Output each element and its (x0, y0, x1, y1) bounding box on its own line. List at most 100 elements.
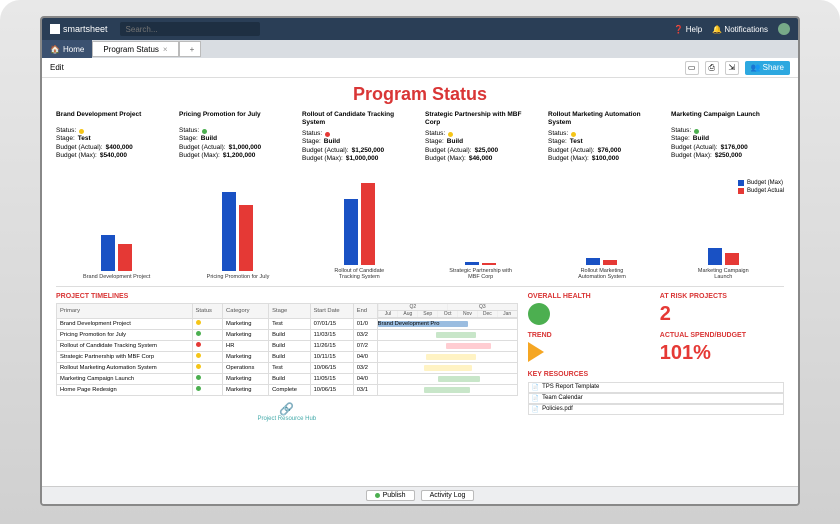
bar-actual (239, 205, 253, 270)
card-title: Brand Development Project (56, 111, 169, 125)
cell-stage: Build (269, 351, 310, 362)
card-stage: Stage: Build (425, 138, 538, 146)
tab-program-status[interactable]: Program Status × (92, 41, 178, 57)
gantt-bar[interactable]: Brand Development Pro (378, 321, 468, 327)
toolbar: Edit ▭ ⎙ ⇲ 👥 Share (42, 58, 798, 78)
overall-health: OVERALL HEALTH (528, 293, 652, 326)
share-button[interactable]: 👥 Share (745, 61, 790, 75)
edit-button[interactable]: Edit (50, 63, 64, 72)
bar-actual (603, 260, 617, 265)
card-stage: Stage: Test (56, 135, 169, 143)
resource-item[interactable]: 📄 TPS Report Template (528, 382, 784, 393)
bar-max (222, 192, 236, 270)
gantt-bar[interactable] (436, 332, 476, 338)
col-stage[interactable]: Stage (269, 303, 310, 318)
print-icon[interactable]: ⎙ (705, 61, 719, 75)
bar-max (101, 235, 115, 270)
help-link[interactable]: ❓ Help (674, 25, 703, 34)
notifications-link[interactable]: 🔔 Notifications (712, 25, 768, 34)
card-budget-actual: Budget (Actual): $400,000 (56, 144, 169, 152)
present-icon[interactable]: ▭ (685, 61, 699, 75)
chart-category-label: Pricing Promotion for July (207, 274, 270, 280)
cell-stage: Test (269, 362, 310, 373)
project-card: Strategic Partnership with MBF Corp Stat… (425, 111, 538, 164)
tab-bar: 🏠 Home Program Status × + (42, 40, 798, 58)
gantt-bar[interactable] (424, 387, 470, 393)
cell-end: 03/2 (353, 362, 377, 373)
divider (56, 286, 784, 287)
card-title: Pricing Promotion for July (179, 111, 292, 125)
activity-log-button[interactable]: Activity Log (421, 490, 475, 501)
export-icon[interactable]: ⇲ (725, 61, 739, 75)
file-icon: 📄 (532, 384, 539, 391)
bar-actual (482, 263, 496, 265)
app-logo[interactable]: smartsheet (50, 24, 108, 34)
table-row[interactable]: Marketing Campaign Launch Marketing Buil… (57, 373, 518, 384)
card-stage: Stage: Build (671, 135, 784, 143)
card-budget-max: Budget (Max): $1,200,000 (179, 152, 292, 160)
home-tab[interactable]: 🏠 Home (42, 40, 92, 58)
status-dot-icon (196, 375, 201, 380)
search-input[interactable] (120, 22, 260, 36)
bar-actual (118, 244, 132, 270)
cell-start: 11/03/15 (310, 329, 353, 340)
resource-hub[interactable]: 🔗Project Resource Hub (56, 402, 518, 422)
cell-end: 03/1 (353, 384, 377, 395)
cell-category: Marketing (223, 351, 269, 362)
status-dot-icon (448, 132, 453, 137)
trend-arrow-icon (528, 342, 544, 362)
legend-label-actual: Budget Actual (747, 188, 784, 194)
table-row[interactable]: Home Page Redesign Marketing Complete 10… (57, 384, 518, 395)
chart-group: Pricing Promotion for July (177, 186, 298, 280)
cell-gantt: Brand Development Pro (377, 318, 517, 329)
cell-name: Rollout Marketing Automation System (57, 362, 193, 373)
gantt-bar[interactable] (438, 376, 480, 382)
resource-item[interactable]: 📄 Team Calendar (528, 393, 784, 404)
resource-item[interactable]: 📄 Policies.pdf (528, 404, 784, 415)
add-tab-button[interactable]: + (179, 41, 201, 57)
col-primary[interactable]: Primary (57, 303, 193, 318)
cell-start: 10/11/15 (310, 351, 353, 362)
card-stage: Stage: Build (179, 135, 292, 143)
table-row[interactable]: Rollout Marketing Automation System Oper… (57, 362, 518, 373)
table-row[interactable]: Brand Development Project Marketing Test… (57, 318, 518, 329)
cell-stage: Build (269, 373, 310, 384)
card-status: Status: (548, 130, 661, 138)
gantt-bar[interactable] (446, 343, 491, 349)
col-status[interactable]: Status (192, 303, 223, 318)
col-start[interactable]: Start Date (310, 303, 353, 318)
cell-end: 04/0 (353, 351, 377, 362)
chart-category-label: Strategic Partnership with MBF Corp (446, 268, 516, 280)
file-icon: 📄 (532, 406, 539, 413)
legend-label-max: Budget (Max) (747, 180, 783, 186)
card-status: Status: (425, 130, 538, 138)
bar-max (344, 199, 358, 264)
cell-name: Home Page Redesign (57, 384, 193, 395)
status-dot-icon (196, 364, 201, 369)
gantt-bar[interactable] (424, 365, 472, 371)
table-row[interactable]: Strategic Partnership with MBF Corp Mark… (57, 351, 518, 362)
timelines-table: Primary Status Category Stage Start Date… (56, 303, 518, 396)
publish-button[interactable]: Publish (366, 490, 415, 501)
timelines-section: PROJECT TIMELINES Primary Status Categor… (56, 293, 518, 422)
col-gantt: Q2Q3 JulAugSepOctNovDecJan (377, 303, 517, 318)
status-dot-icon (571, 132, 576, 137)
col-end[interactable]: End (353, 303, 377, 318)
card-title: Strategic Partnership with MBF Corp (425, 111, 538, 128)
col-category[interactable]: Category (223, 303, 269, 318)
budget-chart: Brand Development ProjectPricing Promoti… (56, 170, 784, 280)
cell-end: 07/2 (353, 340, 377, 351)
key-resources: KEY RESOURCES 📄 TPS Report Template📄 Tea… (528, 371, 784, 422)
cell-end: 04/0 (353, 373, 377, 384)
close-icon[interactable]: × (163, 45, 168, 54)
status-dot-icon (694, 129, 699, 134)
cell-category: Marketing (223, 373, 269, 384)
table-row[interactable]: Pricing Promotion for July Marketing Bui… (57, 329, 518, 340)
bar-actual (361, 183, 375, 265)
at-risk-value: 2 (660, 303, 784, 326)
gantt-bar[interactable] (426, 354, 476, 360)
table-row[interactable]: Rollout of Candidate Tracking System HR … (57, 340, 518, 351)
avatar[interactable] (778, 23, 790, 35)
file-icon: 📄 (532, 395, 539, 402)
cell-status (192, 318, 223, 329)
